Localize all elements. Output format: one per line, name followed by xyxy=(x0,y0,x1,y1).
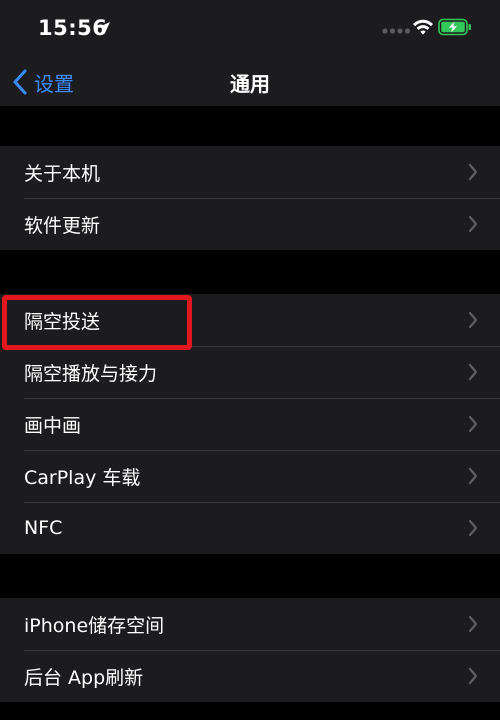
battery-charging-icon xyxy=(438,18,471,36)
chevron-right-icon xyxy=(468,163,478,181)
settings-group-2: 隔空投送 隔空播放与接力 画中画 CarPlay 车载 NFC xyxy=(0,294,500,554)
chevron-right-icon xyxy=(468,311,478,329)
chevron-right-icon xyxy=(468,519,478,537)
signal-dots-icon xyxy=(382,28,410,34)
navigation-bar: 设置 通用 xyxy=(0,58,500,106)
chevron-right-icon xyxy=(468,415,478,433)
row-label: 关于本机 xyxy=(24,162,101,185)
row-background-app-refresh[interactable]: 后台 App刷新 xyxy=(0,650,500,702)
location-arrow-icon xyxy=(98,22,110,34)
row-label: CarPlay 车载 xyxy=(24,466,141,489)
row-label: 软件更新 xyxy=(24,214,101,237)
row-picture-in-picture[interactable]: 画中画 xyxy=(0,398,500,450)
row-about[interactable]: 关于本机 xyxy=(0,146,500,198)
row-label: 隔空投送 xyxy=(24,310,101,333)
row-label: 后台 App刷新 xyxy=(24,666,144,689)
settings-screen: 15:56 设置 通用 关于本机 软件更新 隔空投送 隔空播放与接力 画中画 C… xyxy=(0,0,500,720)
row-airplay-handoff[interactable]: 隔空播放与接力 xyxy=(0,346,500,398)
row-iphone-storage[interactable]: iPhone储存空间 xyxy=(0,598,500,650)
settings-group-1: 关于本机 软件更新 xyxy=(0,146,500,250)
row-airdrop[interactable]: 隔空投送 xyxy=(0,294,500,346)
row-software-update[interactable]: 软件更新 xyxy=(0,198,500,250)
status-bar: 15:56 xyxy=(0,0,500,58)
chevron-right-icon xyxy=(468,615,478,633)
chevron-right-icon xyxy=(468,467,478,485)
row-label: 画中画 xyxy=(24,414,82,437)
row-carplay[interactable]: CarPlay 车载 xyxy=(0,450,500,502)
page-title: 通用 xyxy=(230,72,270,96)
settings-group-3: iPhone储存空间 后台 App刷新 xyxy=(0,598,500,702)
chevron-right-icon xyxy=(468,215,478,233)
row-label: NFC xyxy=(24,517,63,539)
chevron-right-icon xyxy=(468,667,478,685)
row-nfc[interactable]: NFC xyxy=(0,502,500,554)
row-label: 隔空播放与接力 xyxy=(24,362,158,385)
row-label: iPhone储存空间 xyxy=(24,614,165,637)
chevron-right-icon xyxy=(468,363,478,381)
wifi-icon xyxy=(413,19,433,35)
